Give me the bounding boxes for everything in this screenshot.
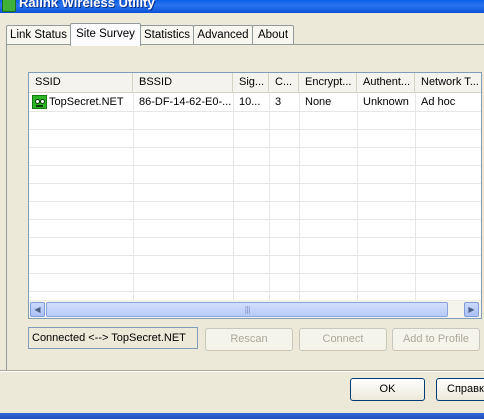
column-header-channel[interactable]: C... xyxy=(269,73,299,92)
tab-statistics[interactable]: Statistics xyxy=(140,25,194,44)
cell-encryption: None xyxy=(305,96,332,108)
grid-line xyxy=(299,93,300,301)
title-bar[interactable]: Ralink Wireless Utility xyxy=(0,0,484,13)
tab-link-status[interactable]: Link Status xyxy=(6,25,71,44)
list-header: SSID BSSID Sig... C... Encrypt... Authen… xyxy=(29,73,481,93)
column-header-authentication[interactable]: Authent... xyxy=(357,73,415,92)
cell-network-type: Ad hoc xyxy=(421,96,456,108)
scroll-right-icon[interactable]: ▶ xyxy=(464,302,479,317)
grid-line xyxy=(29,201,481,202)
grid-line xyxy=(133,93,134,301)
connection-status: Connected <--> TopSecret.NET xyxy=(28,327,198,349)
grid-line xyxy=(29,291,481,292)
site-survey-list[interactable]: SSID BSSID Sig... C... Encrypt... Authen… xyxy=(28,72,482,319)
grid-line xyxy=(29,273,481,274)
cell-channel: 3 xyxy=(275,96,282,108)
grid-line xyxy=(233,93,234,301)
column-header-signal[interactable]: Sig... xyxy=(233,73,269,92)
dialog-separator xyxy=(0,370,484,372)
scroll-left-icon[interactable]: ◀ xyxy=(30,302,45,317)
icon-mouth xyxy=(36,105,43,107)
cell-bssid: 86-DF-14-62-E0-... xyxy=(139,96,232,108)
grid-line xyxy=(29,219,481,220)
cell-ssid: TopSecret.NET xyxy=(49,96,124,108)
rescan-button[interactable]: Rescan xyxy=(205,328,293,351)
ralink-app-icon xyxy=(2,0,16,12)
grid-line xyxy=(29,129,481,130)
tab-advanced[interactable]: Advanced xyxy=(193,25,253,44)
column-header-bssid[interactable]: BSSID xyxy=(133,73,233,92)
grid-line xyxy=(269,93,270,301)
column-header-ssid[interactable]: SSID xyxy=(29,73,133,92)
column-header-encryption[interactable]: Encrypt... xyxy=(299,73,357,92)
list-body: TopSecret.NET 86-DF-14-62-E0-... 10... 3… xyxy=(29,93,481,301)
horizontal-scrollbar[interactable]: ◀ ||| ▶ xyxy=(29,300,481,318)
grid-line xyxy=(29,147,481,148)
connect-button[interactable]: Connect xyxy=(299,328,387,351)
tab-about[interactable]: About xyxy=(252,25,294,44)
add-to-profile-button[interactable]: Add to Profile xyxy=(392,328,480,351)
grid-line xyxy=(29,183,481,184)
grid-line xyxy=(357,93,358,301)
tab-site-survey[interactable]: Site Survey xyxy=(70,23,141,46)
scrollbar-thumb[interactable]: ||| xyxy=(46,302,448,317)
help-button[interactable]: Справк xyxy=(436,378,484,401)
grid-line xyxy=(29,237,481,238)
ok-button[interactable]: OK xyxy=(350,378,425,401)
window-title: Ralink Wireless Utility xyxy=(19,0,155,10)
cell-authentication: Unknown xyxy=(363,96,409,108)
cell-signal: 10... xyxy=(239,96,261,108)
taskbar-edge xyxy=(0,413,484,419)
grid-line xyxy=(415,93,416,301)
grid-line xyxy=(29,165,481,166)
column-header-network-type[interactable]: Network T... xyxy=(415,73,481,92)
network-row[interactable]: TopSecret.NET 86-DF-14-62-E0-... 10... 3… xyxy=(29,93,481,112)
grid-line xyxy=(29,255,481,256)
